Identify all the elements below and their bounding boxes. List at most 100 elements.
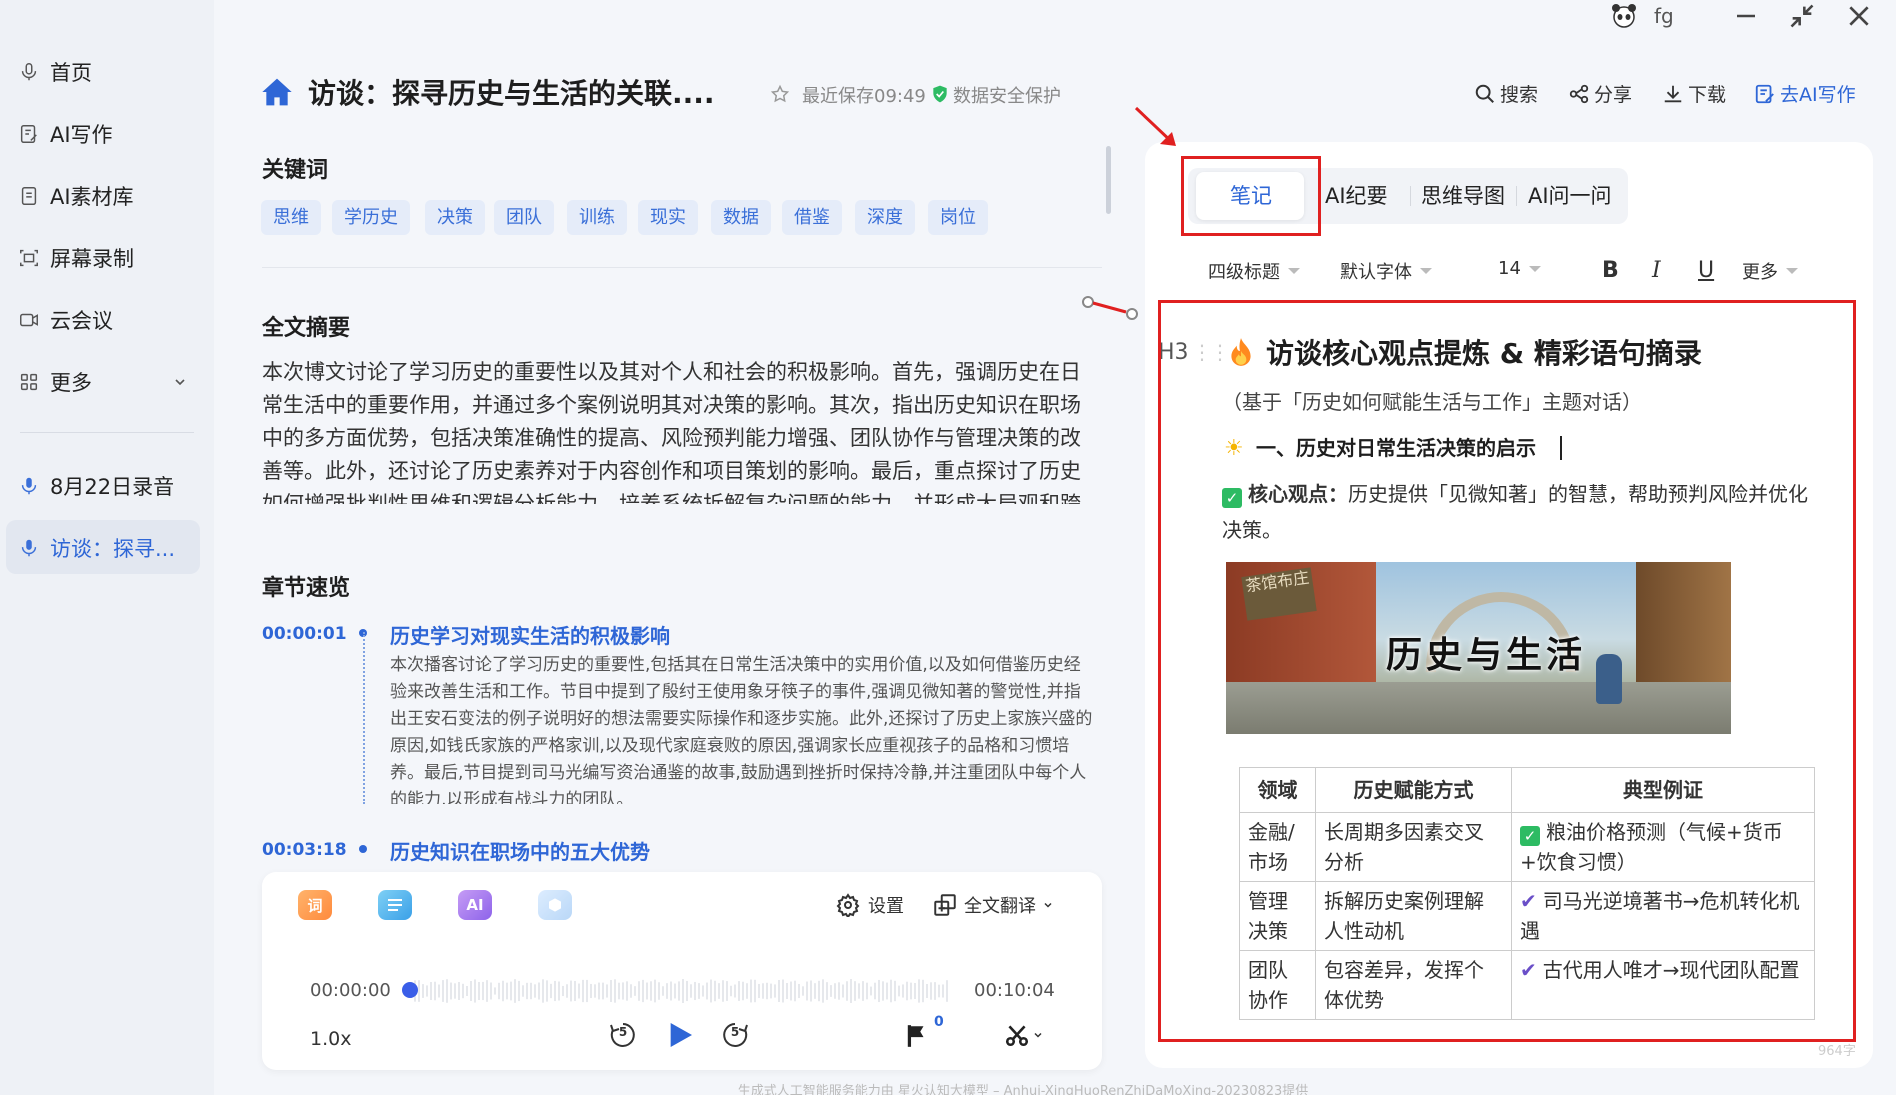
waveform-bar — [446, 979, 448, 1003]
keyword-tag[interactable]: 思维 — [261, 200, 321, 235]
chapter-time[interactable]: 00:00:01 — [262, 624, 347, 644]
hexagon-icon — [549, 898, 561, 912]
translate-button[interactable]: 全文翻译 — [932, 892, 1054, 918]
waveform-bar — [478, 982, 480, 1000]
ai-tool-button[interactable]: AI — [458, 890, 492, 920]
flag-button[interactable] — [904, 1022, 930, 1054]
home-icon[interactable] — [260, 76, 294, 108]
waveform-bar — [638, 981, 640, 1001]
waveform-bar — [522, 985, 524, 997]
list-tool-button[interactable] — [378, 890, 412, 920]
chapter-title[interactable]: 历史学习对现实生活的积极影响 — [390, 620, 670, 649]
tab-divider — [1410, 186, 1411, 206]
sidebar: 首页 AI写作 AI素材库 屏幕录制 云会议 更多 8月22日录音 访谈：探寻.… — [0, 0, 214, 1095]
tab-ai-ask[interactable]: AI问一问 — [1528, 168, 1612, 224]
keyword-tag[interactable]: 现实 — [638, 200, 698, 235]
microphone-icon — [21, 539, 37, 557]
waveform-bar — [670, 981, 672, 1001]
ai-write-button[interactable]: 去AI写作 — [1754, 80, 1856, 107]
sidebar-item-ai-write[interactable]: AI写作 — [18, 114, 113, 154]
restore-button[interactable] — [1788, 0, 1816, 32]
sidebar-item-cloud-meeting[interactable]: 云会议 — [18, 300, 113, 340]
sidebar-item-ai-library[interactable]: AI素材库 — [18, 176, 134, 216]
keyword-tag[interactable]: 深度 — [855, 200, 915, 235]
speed-button[interactable]: 1.0x — [310, 1028, 351, 1050]
keyword-tag[interactable]: 训练 — [567, 200, 627, 235]
waveform-bar — [890, 979, 892, 1003]
sidebar-recording-item[interactable]: 8月22日录音 — [18, 466, 174, 506]
clip-button[interactable] — [1004, 1022, 1044, 1048]
username[interactable]: fg — [1654, 0, 1674, 32]
sidebar-item-more[interactable]: 更多 — [18, 362, 188, 402]
more-format-select[interactable]: 更多 — [1742, 258, 1798, 284]
skip-forward-button[interactable]: 5 — [720, 1020, 750, 1054]
close-icon — [1849, 6, 1869, 26]
waveform-bar — [898, 985, 900, 997]
waveform-bar — [642, 979, 644, 1003]
share-button[interactable]: 分享 — [1568, 80, 1632, 107]
download-button[interactable]: 下载 — [1662, 80, 1726, 107]
waveform-bar — [738, 981, 740, 1001]
font-size-select[interactable]: 14 — [1498, 258, 1541, 279]
waveform-track[interactable] — [410, 972, 950, 1010]
waveform-bar — [838, 982, 840, 1000]
word-tool-button[interactable]: 词 — [298, 890, 332, 920]
waveform-bar — [810, 980, 812, 1002]
play-button[interactable] — [664, 1018, 696, 1056]
avatar[interactable] — [1610, 0, 1638, 32]
waveform-bar — [850, 979, 852, 1003]
chevron-down-icon — [1034, 1032, 1042, 1038]
chapter-time[interactable]: 00:03:18 — [262, 840, 347, 860]
caret-icon — [1528, 265, 1541, 272]
flag-count: 0 — [934, 1014, 944, 1030]
close-button[interactable] — [1846, 0, 1872, 32]
heading-select[interactable]: 四级标题 — [1208, 258, 1300, 284]
annotation-arrow-icon — [1082, 296, 1138, 320]
progress-handle[interactable] — [402, 982, 418, 998]
settings-button[interactable]: 设置 — [836, 892, 904, 918]
italic-button[interactable]: I — [1652, 258, 1661, 283]
word-count: 964字 — [1818, 1044, 1856, 1059]
sidebar-item-home[interactable]: 首页 — [18, 52, 92, 92]
sidebar-item-label: 屏幕录制 — [50, 247, 134, 271]
waveform-bar — [778, 980, 780, 1002]
tab-ai-summary[interactable]: AI纪要 — [1325, 168, 1388, 224]
waveform-bar — [866, 982, 868, 1000]
tab-mind-map[interactable]: 思维导图 — [1421, 168, 1505, 224]
chapter-title[interactable]: 历史知识在职场中的五大优势 — [390, 836, 650, 865]
hexagon-tool-button[interactable] — [538, 890, 572, 920]
waveform-bar — [582, 979, 584, 1003]
sidebar-recording-item-active[interactable]: 访谈：探寻... — [18, 528, 175, 568]
sidebar-item-screen-record[interactable]: 屏幕录制 — [18, 238, 134, 278]
underline-button[interactable]: U — [1698, 258, 1714, 283]
waveform-bar — [774, 984, 776, 998]
keyword-tag[interactable]: 借鉴 — [782, 200, 842, 235]
waveform-bar — [502, 980, 504, 1002]
star-icon[interactable] — [770, 84, 790, 104]
skip-back-button[interactable]: 5 — [608, 1020, 638, 1054]
scissors-icon — [1005, 1025, 1029, 1047]
waveform-bar — [634, 986, 636, 996]
waveform-bar — [578, 983, 580, 999]
microphone-icon — [21, 63, 37, 81]
waveform-bar — [686, 980, 688, 1002]
waveform-bar — [714, 980, 716, 1002]
keyword-tag[interactable]: 决策 — [425, 200, 485, 235]
scrollbar[interactable] — [1106, 146, 1111, 214]
waveform-bar — [734, 984, 736, 998]
keyword-tag[interactable]: 岗位 — [928, 200, 988, 235]
security-label: 数据安全保护 — [953, 86, 1061, 107]
waveform-bar — [718, 983, 720, 999]
waveform-bar — [746, 983, 748, 999]
chapter-body: 本次播客讨论了学习历史的重要性,包括其在日常生活决策中的实用价值,以及如何借鉴历… — [390, 655, 1093, 804]
search-button[interactable]: 搜索 — [1474, 80, 1538, 107]
save-status: 最近保存09:49 — [802, 86, 926, 107]
bold-button[interactable]: B — [1602, 258, 1619, 283]
minimize-button[interactable] — [1734, 0, 1758, 32]
keyword-tag[interactable]: 团队 — [494, 200, 554, 235]
keyword-tag[interactable]: 学历史 — [332, 200, 410, 235]
caret-icon — [1420, 268, 1432, 274]
font-select[interactable]: 默认字体 — [1340, 258, 1432, 284]
keyword-tag[interactable]: 数据 — [711, 200, 771, 235]
waveform-bar — [654, 979, 656, 1003]
